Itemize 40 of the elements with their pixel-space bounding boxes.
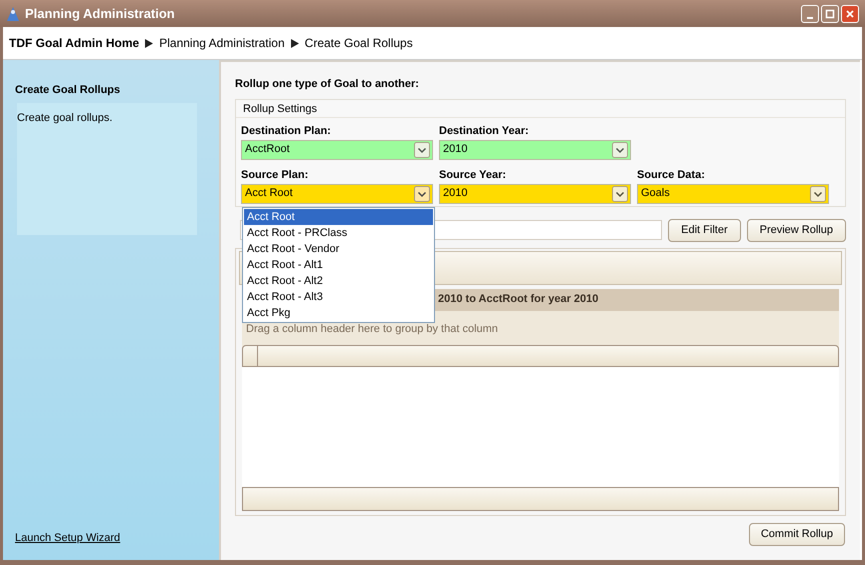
commit-rollup-button[interactable]: Commit Rollup	[748, 522, 845, 546]
field-label: Source Year:	[439, 168, 508, 182]
grid-title: 2010 to AcctRoot for year 2010	[438, 292, 598, 308]
dropdown-field[interactable]: Goals	[637, 184, 829, 204]
group-title: Rollup Settings	[236, 100, 845, 118]
field-label: Destination Year:	[439, 124, 530, 138]
dropdown-option[interactable]: Acct Root - PRClass	[244, 225, 433, 241]
breadcrumb-link[interactable]: Planning Administration	[159, 34, 285, 52]
field-label: Destination Plan:	[241, 124, 332, 138]
sidebar-description: Create goal rollups.	[17, 112, 112, 124]
close-button[interactable]	[841, 4, 859, 22]
minimize-icon	[807, 16, 813, 18]
breadcrumb-link[interactable]: TDF Goal Admin Home	[9, 34, 140, 52]
window-title: Planning Administration	[25, 4, 175, 23]
launch-wizard-link[interactable]: Launch Setup Wizard	[15, 530, 120, 546]
minimize-button[interactable]	[801, 4, 819, 22]
close-icon	[845, 8, 855, 18]
preview-rollup-button[interactable]: Preview Rollup	[746, 218, 846, 242]
dropdown-option[interactable]: Acct Root	[244, 209, 433, 225]
dropdown-field[interactable]: AcctRoot	[241, 140, 433, 160]
breadcrumb-link[interactable]: Create Goal Rollups	[304, 34, 413, 52]
breadcrumb-arrow-icon	[290, 38, 299, 48]
maximize-icon	[825, 8, 835, 18]
dropdown-option[interactable]: Acct Root - Alt3	[244, 289, 433, 305]
group-hint: Drag a column header here to group by that column	[246, 322, 498, 336]
breadcrumb-arrow-icon	[145, 38, 154, 48]
dropdown-option[interactable]: Acct Root - Alt2	[244, 273, 433, 289]
dropdown-option[interactable]: Acct Pkg	[244, 305, 433, 321]
maximize-button[interactable]	[821, 4, 839, 22]
dropdown-field[interactable]: 2010	[439, 184, 631, 204]
dropdown-option[interactable]: Acct Root - Vendor	[244, 241, 433, 257]
dropdown-field[interactable]: Acct Root	[241, 184, 433, 204]
dropdown-field[interactable]: 2010	[439, 140, 631, 160]
sidebar-title: Create Goal Rollups	[15, 83, 122, 98]
app-icon	[6, 6, 20, 22]
section-heading: Rollup one type of Goal to another:	[235, 77, 420, 92]
dropdown-option[interactable]: Acct Root - Alt1	[244, 257, 433, 273]
edit-filter-button[interactable]: Edit Filter	[668, 218, 741, 242]
field-label: Source Data:	[637, 168, 706, 182]
field-label: Source Plan:	[241, 168, 310, 182]
